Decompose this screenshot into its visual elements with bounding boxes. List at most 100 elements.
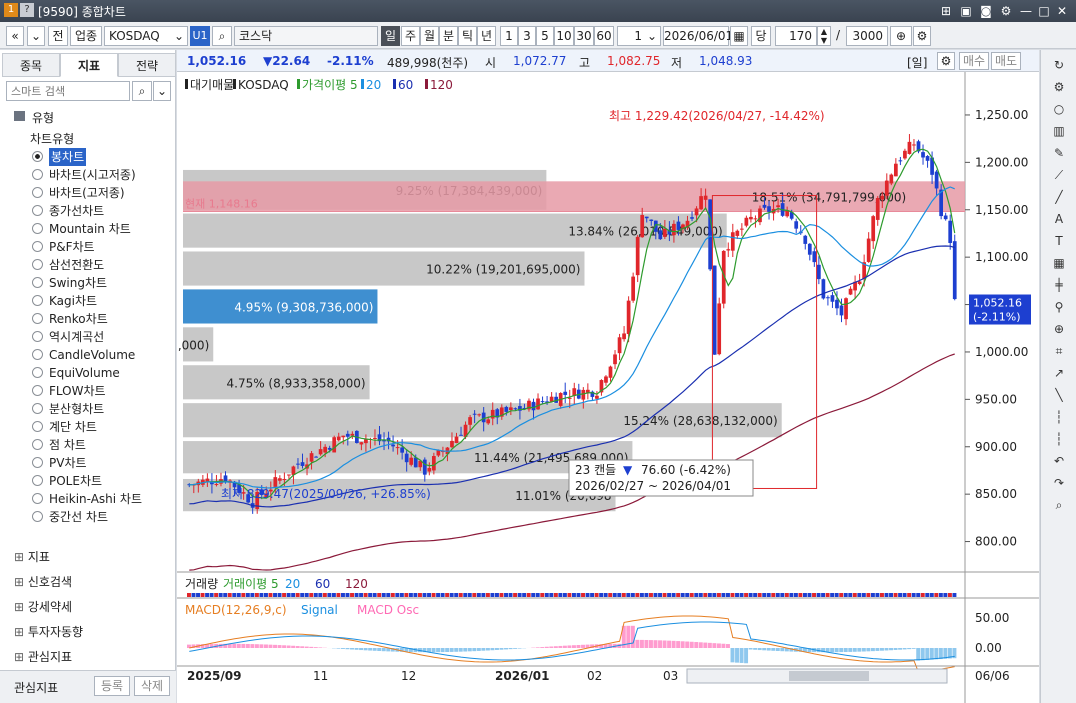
candle-body[interactable]: [404, 453, 409, 463]
chart-type-radio[interactable]: [32, 277, 43, 288]
search-icon[interactable]: ⌕: [1050, 496, 1068, 514]
candle-body[interactable]: [749, 216, 753, 220]
candle-body[interactable]: [821, 279, 826, 299]
candle-body[interactable]: [762, 204, 767, 208]
chart-type-radio[interactable]: [32, 151, 43, 162]
chart-type-radio[interactable]: [32, 475, 43, 486]
candle-body[interactable]: [672, 223, 676, 236]
candle-body[interactable]: [644, 216, 649, 219]
candle-body[interactable]: [563, 391, 568, 395]
chart-type-radio[interactable]: [32, 205, 43, 216]
candle-body[interactable]: [323, 446, 328, 453]
candle-body[interactable]: [631, 276, 636, 301]
interval-input[interactable]: 1 ⌄: [617, 26, 661, 46]
chart-type-radio[interactable]: [32, 187, 43, 198]
candle-body[interactable]: [373, 437, 377, 440]
grid2-icon[interactable]: ┆: [1050, 430, 1068, 448]
candle-body[interactable]: [477, 414, 482, 416]
candle-body[interactable]: [350, 433, 355, 436]
pencil-icon[interactable]: ✎: [1050, 144, 1068, 162]
date-input[interactable]: 2026/06/01: [663, 26, 733, 46]
symbol-select[interactable]: KOSDAQ ⌄: [104, 26, 188, 46]
chart-type-radio[interactable]: [32, 439, 43, 450]
interval-10[interactable]: 10: [554, 26, 574, 46]
chart-type-item[interactable]: 봉차트: [49, 148, 87, 166]
candle-body[interactable]: [431, 456, 436, 471]
candle-body[interactable]: [626, 300, 631, 334]
candle-body[interactable]: [345, 433, 350, 437]
chart-type-radio[interactable]: [32, 223, 43, 234]
candle-body[interactable]: [730, 232, 735, 251]
gear-icon[interactable]: ⚙: [1050, 78, 1068, 96]
candle-body[interactable]: [753, 218, 758, 220]
maximize-icon[interactable]: □: [1036, 3, 1052, 19]
chart-type-radio[interactable]: [32, 457, 43, 468]
tab-indicator[interactable]: 지표: [60, 53, 118, 77]
auto-icon[interactable]: A: [1050, 210, 1068, 228]
chart-type-radio[interactable]: [32, 349, 43, 360]
chart-type-radio[interactable]: [32, 367, 43, 378]
candle-body[interactable]: [857, 281, 862, 284]
candle-body[interactable]: [635, 236, 640, 276]
candle-body[interactable]: [481, 412, 486, 423]
candle-body[interactable]: [468, 417, 472, 425]
chart-type-item[interactable]: CandleVolume: [49, 346, 135, 364]
brush-icon[interactable]: ⟋: [1050, 166, 1068, 184]
candle-body[interactable]: [486, 419, 491, 424]
candle-body[interactable]: [735, 230, 740, 236]
chart-type-item[interactable]: P&F차트: [49, 238, 95, 256]
chart-type-item[interactable]: 바차트(시고저종): [49, 166, 136, 184]
candle-body[interactable]: [943, 215, 948, 220]
arrow-icon[interactable]: ↗: [1050, 364, 1068, 382]
candle-body[interactable]: [866, 238, 871, 262]
candle-body[interactable]: [413, 457, 418, 468]
candle-body[interactable]: [952, 241, 957, 300]
chart-type-item[interactable]: POLE차트: [49, 472, 102, 490]
candle-body[interactable]: [708, 199, 713, 270]
candle-body[interactable]: [400, 447, 405, 453]
group-item[interactable]: ⊞ 신호검색: [14, 573, 72, 590]
search-icon[interactable]: ⌕: [132, 81, 152, 101]
minimize-icon[interactable]: —: [1018, 3, 1034, 19]
chart-type-item[interactable]: PV차트: [49, 454, 87, 472]
candle-body[interactable]: [717, 303, 722, 355]
candle-body[interactable]: [649, 219, 654, 221]
candle-body[interactable]: [776, 205, 780, 208]
candle-body[interactable]: [816, 264, 821, 280]
candle-body[interactable]: [893, 163, 898, 177]
candle-body[interactable]: [336, 436, 341, 441]
sector-button[interactable]: 업종: [70, 26, 102, 46]
candle-body[interactable]: [395, 447, 400, 449]
candle-body[interactable]: [812, 251, 817, 263]
period-week[interactable]: 주: [401, 26, 420, 46]
group-item[interactable]: ⊞ 투자자동향: [14, 623, 83, 640]
candle-body[interactable]: [427, 468, 432, 472]
candle-body[interactable]: [318, 449, 323, 455]
fib-icon[interactable]: ▦: [1050, 254, 1068, 272]
zoom-icon[interactable]: ⚲: [1050, 298, 1068, 316]
chart-type-radio[interactable]: [32, 313, 43, 324]
candle-body[interactable]: [884, 180, 889, 196]
tab-strategy[interactable]: 전략: [118, 53, 176, 77]
candle-body[interactable]: [314, 456, 318, 458]
candle-body[interactable]: [835, 299, 839, 309]
candle-body[interactable]: [694, 208, 699, 216]
candle-body[interactable]: [739, 228, 744, 230]
candle-body[interactable]: [273, 477, 278, 487]
section-type[interactable]: 유형: [12, 108, 172, 126]
candle-body[interactable]: [934, 171, 939, 189]
interval-60[interactable]: 60: [594, 26, 614, 46]
period-year[interactable]: 년: [477, 26, 496, 46]
candle-body[interactable]: [581, 389, 586, 400]
chart-type-radio[interactable]: [32, 421, 43, 432]
chart-type-item[interactable]: 역시계곡선: [49, 328, 104, 346]
candle-body[interactable]: [540, 401, 545, 403]
chart-type-item[interactable]: 계단 차트: [49, 418, 97, 436]
candle-body[interactable]: [699, 196, 703, 210]
candle-body[interactable]: [903, 150, 907, 159]
period-minute[interactable]: 분: [439, 26, 458, 46]
candle-body[interactable]: [300, 462, 305, 466]
prev-button[interactable]: 전: [48, 26, 68, 46]
candle-body[interactable]: [359, 442, 364, 445]
chart-type-radio[interactable]: [32, 259, 43, 270]
